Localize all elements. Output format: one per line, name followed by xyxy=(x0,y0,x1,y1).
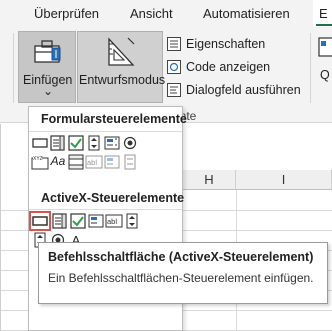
run-dialog-label: Dialogfeld ausführen xyxy=(186,83,301,97)
source-icon[interactable] xyxy=(318,37,332,62)
form-button-icon[interactable] xyxy=(31,134,49,152)
column-header-h[interactable]: H xyxy=(183,170,236,190)
activex-controls-heading: ActiveX-Steuerelemente xyxy=(41,191,185,205)
activex-textbox-icon[interactable]: abl xyxy=(105,212,123,230)
tooltip: Befehlsschaltfläche (ActiveX-Steuereleme… xyxy=(38,242,328,304)
group-separator xyxy=(310,33,311,103)
ribbon-tab-bar: r Überprüfen Ansicht Automatisieren E xyxy=(0,0,332,27)
code-icon xyxy=(167,60,181,74)
view-code-button[interactable]: Code anzeigen xyxy=(167,57,270,77)
svg-text:XYZ: XYZ xyxy=(33,156,43,162)
form-option-button-icon[interactable] xyxy=(121,134,139,152)
design-mode-button[interactable]: Entwurfsmodus xyxy=(77,31,166,103)
active-tab-indicator xyxy=(316,24,332,26)
source-label: Q xyxy=(320,68,330,82)
form-group-box-icon[interactable]: XYZ xyxy=(31,153,49,171)
divider xyxy=(29,209,182,210)
form-textfield-icon[interactable]: abl xyxy=(85,153,103,171)
tab-developer[interactable]: E xyxy=(313,0,332,27)
form-controls-heading: Formularsteuerelemente xyxy=(41,112,187,126)
properties-label: Eigenschaften xyxy=(186,37,266,51)
activex-listbox-icon[interactable] xyxy=(87,212,105,230)
form-scrollbar-icon[interactable] xyxy=(67,153,85,171)
tab-view[interactable]: Ansicht xyxy=(130,6,173,21)
activex-command-button[interactable] xyxy=(29,211,51,231)
insert-controls-button[interactable]: Einfügen ⌄ xyxy=(18,31,76,103)
tab-automate[interactable]: Automatisieren xyxy=(203,6,290,21)
form-listbox-icon[interactable] xyxy=(103,134,121,152)
group-separator xyxy=(13,33,14,103)
form-spin-button-icon[interactable] xyxy=(85,134,103,152)
form-label-icon[interactable]: Aa xyxy=(49,152,67,170)
form-combo-drop-icon[interactable] xyxy=(121,153,139,171)
dialog-icon xyxy=(167,83,181,97)
tooltip-body: Ein Befehlsschaltflächen-Steuerelement e… xyxy=(48,271,314,285)
activex-combobox-icon[interactable] xyxy=(51,212,69,230)
form-combo-list-icon[interactable] xyxy=(103,153,121,171)
activex-scrollbar-icon[interactable] xyxy=(123,212,141,230)
view-code-label: Code anzeigen xyxy=(186,60,271,74)
svg-text:abl: abl xyxy=(87,158,97,167)
properties-icon xyxy=(167,37,181,51)
activex-checkbox-icon[interactable] xyxy=(69,212,87,230)
properties-button[interactable]: Eigenschaften xyxy=(167,34,265,54)
tab-review[interactable]: Überprüfen xyxy=(34,6,99,21)
tooltip-title: Befehlsschaltfläche (ActiveX-Steuereleme… xyxy=(48,250,314,264)
run-dialog-button[interactable]: Dialogfeld ausführen xyxy=(167,80,301,100)
ruler-triangle-icon xyxy=(106,36,136,71)
form-checkbox-icon[interactable] xyxy=(67,134,85,152)
form-combobox-icon[interactable] xyxy=(49,134,67,152)
svg-text:abl: abl xyxy=(107,217,117,226)
grid-line xyxy=(0,124,1,331)
divider xyxy=(29,131,182,132)
design-mode-label: Entwurfsmodus xyxy=(79,73,166,87)
toolbox-icon xyxy=(33,38,63,67)
column-header-i[interactable]: I xyxy=(236,170,332,190)
chevron-down-icon: ⌄ xyxy=(43,84,54,98)
